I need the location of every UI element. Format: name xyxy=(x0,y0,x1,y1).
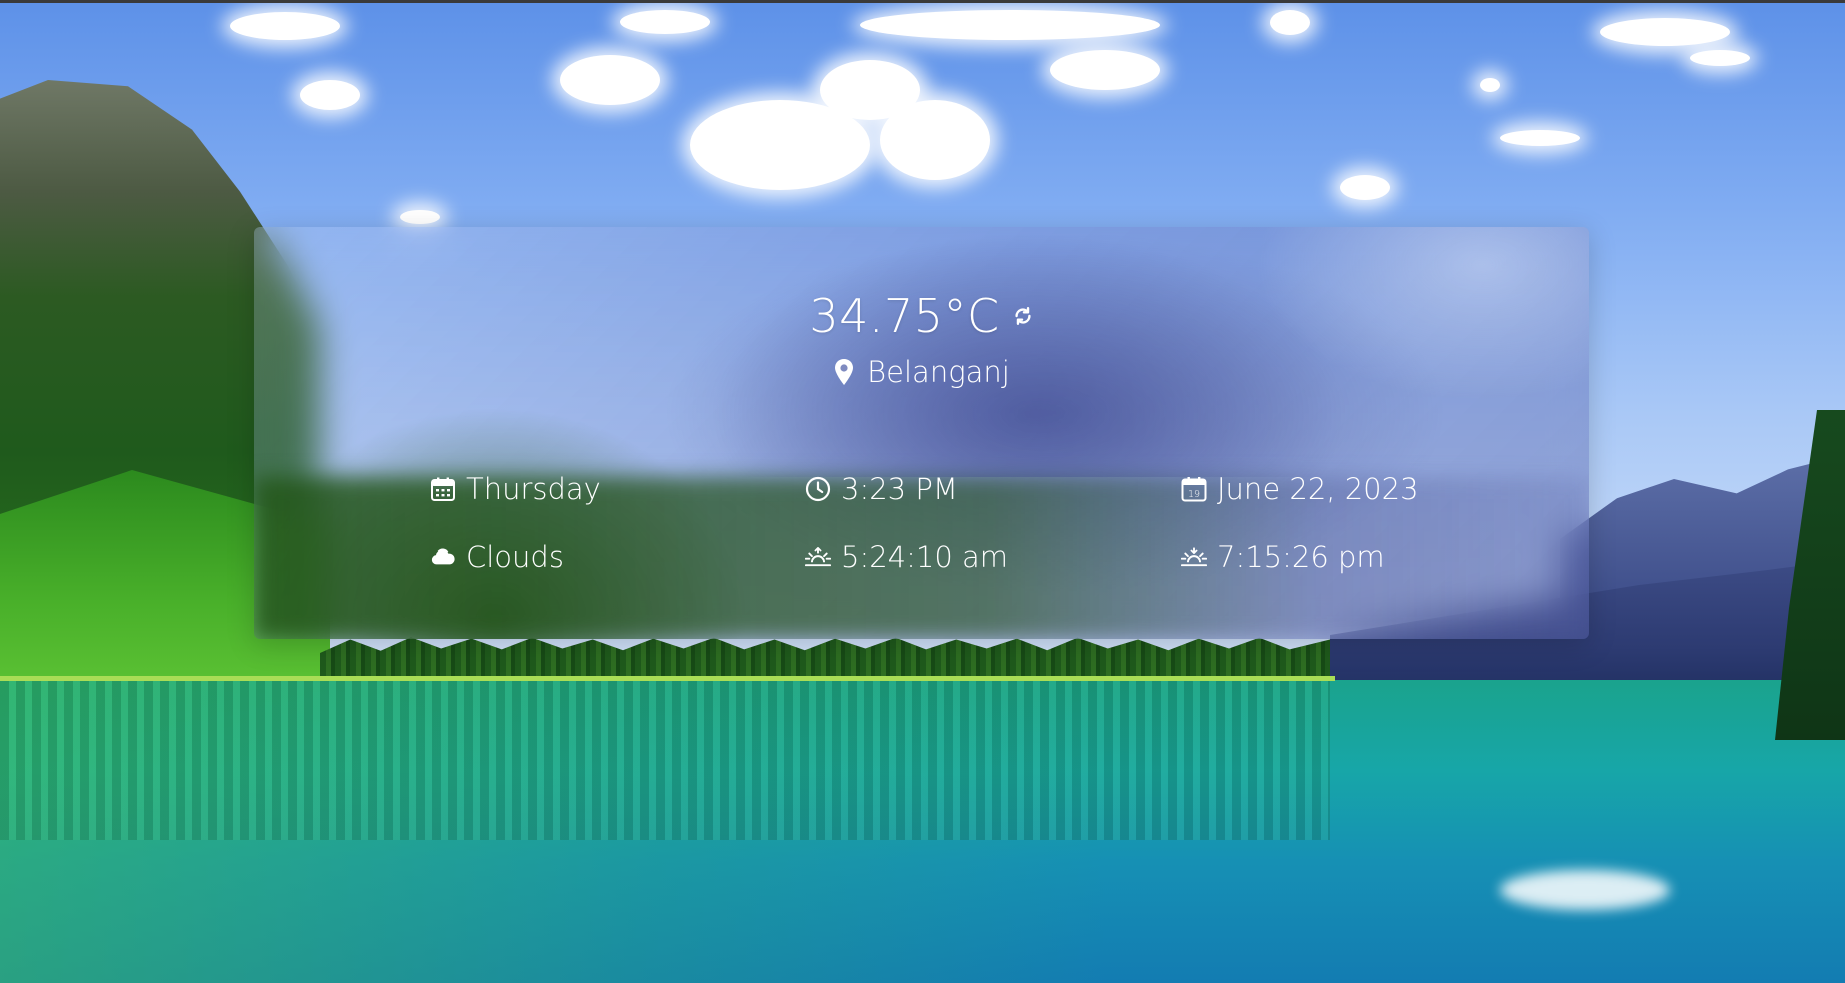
cloud-icon xyxy=(431,548,455,565)
condition-label: Clouds xyxy=(466,540,564,574)
refresh-icon[interactable] xyxy=(1012,305,1034,327)
cloud xyxy=(1340,175,1390,200)
cloud xyxy=(880,100,990,180)
cloud xyxy=(1500,130,1580,146)
cloud xyxy=(860,10,1160,40)
weather-card: 34.75°C Belanganj Thursday 3:23 PM 19 Ju… xyxy=(254,227,1589,639)
location-name: Belanganj xyxy=(867,355,1010,389)
calendar-icon xyxy=(431,477,455,501)
shoreline xyxy=(0,676,1335,681)
temperature-row: 34.75°C xyxy=(254,289,1589,343)
condition-item: Clouds xyxy=(430,540,564,574)
cloud xyxy=(400,210,440,224)
sunset-icon xyxy=(1181,547,1207,567)
temperature-value: 34.75°C xyxy=(809,289,1000,343)
day-item: Thursday xyxy=(430,472,601,506)
cloud xyxy=(300,80,360,110)
cloud xyxy=(1050,50,1160,90)
sunset-time: 7:15:26 pm xyxy=(1217,540,1385,574)
sunrise-item: 5:24:10 am xyxy=(805,540,1008,574)
cloud xyxy=(560,55,660,105)
day-label: Thursday xyxy=(466,472,601,506)
date-item: 19 June 22, 2023 xyxy=(1181,472,1419,506)
sunrise-icon xyxy=(805,547,831,567)
calendar-date-icon: 19 xyxy=(1181,477,1207,502)
time-item: 3:23 PM xyxy=(805,472,958,506)
sunrise-time: 5:24:10 am xyxy=(841,540,1009,574)
sunset-item: 7:15:26 pm xyxy=(1181,540,1385,574)
cloud xyxy=(620,10,710,34)
water-glare xyxy=(1500,870,1670,910)
date-label: June 22, 2023 xyxy=(1217,472,1419,506)
cloud xyxy=(1480,78,1500,92)
date-badge-number: 19 xyxy=(1188,489,1200,500)
cloud xyxy=(230,12,340,40)
cloud xyxy=(1270,10,1310,35)
lake-reflection xyxy=(0,680,1330,840)
clock-icon xyxy=(805,476,831,502)
time-label: 3:23 PM xyxy=(841,472,958,506)
cloud xyxy=(1600,18,1730,46)
location-row: Belanganj xyxy=(254,355,1589,389)
cloud xyxy=(1690,50,1750,66)
window-top-border xyxy=(0,0,1845,3)
location-pin-icon xyxy=(835,359,854,385)
